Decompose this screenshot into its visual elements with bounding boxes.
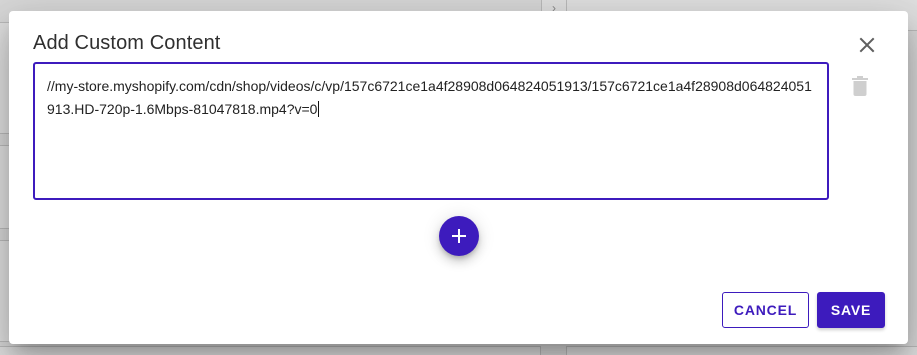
trash-icon — [852, 76, 868, 96]
close-icon — [859, 37, 875, 53]
cancel-button[interactable]: CANCEL — [722, 292, 809, 328]
close-button[interactable] — [853, 31, 881, 59]
text-caret — [318, 101, 320, 117]
add-content-button[interactable] — [439, 216, 479, 256]
dialog-title: Add Custom Content — [33, 32, 221, 54]
plus-icon — [452, 229, 466, 243]
add-custom-content-dialog: Add Custom Content //my-store.myshopify.… — [9, 11, 908, 344]
custom-content-text-wrap: //my-store.myshopify.com/cdn/shop/videos… — [47, 75, 819, 121]
save-button[interactable]: SAVE — [817, 292, 885, 328]
custom-content-value: //my-store.myshopify.com/cdn/shop/videos… — [47, 78, 812, 117]
delete-button[interactable] — [848, 74, 872, 98]
custom-content-input[interactable]: //my-store.myshopify.com/cdn/shop/videos… — [33, 62, 829, 200]
